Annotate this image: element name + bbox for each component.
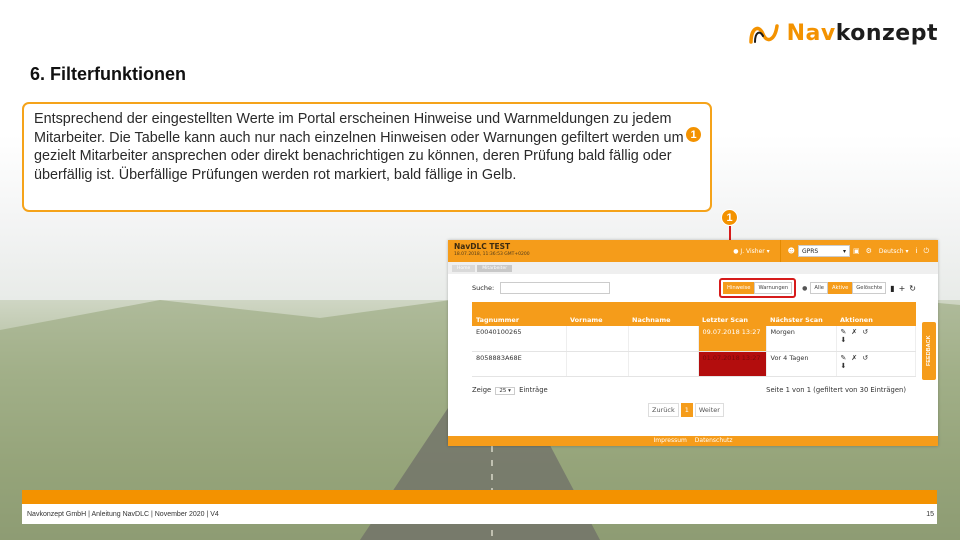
page-number: 15 [926,511,934,518]
callout-badge-1-pointer: 1 [721,209,738,226]
cell-letzter-scan-warn: 09.07.2018 13:27 [698,326,767,352]
footer-orange-bar [22,490,937,504]
refresh-icon[interactable]: ↻ [909,284,916,293]
table-row[interactable]: 8058883A68E 01.07.2018 13:27 Vor 4 Tagen… [472,351,916,377]
download-icon[interactable]: ⬇ [841,336,852,344]
breadcrumb: Home Mitarbeiter [448,262,938,274]
filter-hinweise-button[interactable]: Hinweise [723,282,755,294]
notify-off-icon[interactable]: ✗ [851,328,862,336]
cell-nachname [628,326,699,352]
toggle-alle-button[interactable]: Alle [810,282,828,294]
col-tagnummer[interactable]: Tagnummer [472,302,566,326]
cart-icon[interactable]: ▣ [853,247,860,255]
feedback-tab[interactable]: FEEDBACK [922,322,936,380]
show-suffix: Einträge [519,386,548,394]
navkonzept-logo: Navkonzept [747,20,938,46]
add-icon[interactable]: + [899,284,906,293]
cell-tag: E0040100265 [472,326,567,352]
cell-naechster-scan: Vor 4 Tagen [766,351,837,377]
breadcrumb-mitarbeiter[interactable]: Mitarbeiter [477,264,513,272]
app-screenshot: NavDLC TEST 18.07.2018, 11:36:53 GMT+020… [448,240,938,446]
language-label: Deutsch [878,247,904,255]
app-footer-links[interactable]: Impressum Datenschutz [448,436,938,446]
user-name: J. Visher [740,247,765,255]
users-icon[interactable]: ☻ [788,247,795,255]
col-naechster-scan[interactable]: Nächster Scan [766,302,836,326]
footer-text: Navkonzept GmbH | Anleitung NavDLC | Nov… [27,511,219,518]
cell-tag: 8058883A68E [472,351,567,377]
search-input[interactable] [500,282,610,294]
power-icon[interactable]: ⏻ [923,247,929,256]
logo-text-nav: Nav [786,20,836,46]
cell-naechster-scan: Morgen [766,326,837,352]
app-brand-name: NavDLC TEST [454,242,511,251]
filter-group-highlight: Hinweise Warnungen [719,278,797,298]
pagination: Zurück 1 Weiter [648,403,724,417]
download-icon[interactable]: ⬇ [841,362,852,370]
history-icon[interactable]: ↺ [862,354,873,362]
row-actions: ✎✗↺ ⬇ [836,351,916,377]
page-size-control: Zeige 25 ▾ Einträge [472,386,548,395]
cell-vorname [566,326,629,352]
chevron-down-icon: ▾ [842,248,846,255]
table-row[interactable]: E0040100265 09.07.2018 13:27 Morgen ✎✗↺ ⬇ [472,326,916,352]
person-icon: ● [802,284,808,292]
row-actions: ✎✗↺ ⬇ [836,326,916,352]
show-prefix: Zeige [472,386,492,394]
page-title: 6. Filterfunktionen [30,64,187,84]
toggle-aktive-button[interactable]: Aktive [827,282,853,294]
pager-prev[interactable]: Zurück [648,403,679,417]
employee-table: Tagnummer Vorname Nachname Letzter Scan … [472,302,916,377]
toggle-geloeschte-button[interactable]: Gelöschte [852,282,887,294]
edit-icon[interactable]: ✎ [841,328,852,336]
page-size-value: 25 [499,388,507,394]
col-vorname[interactable]: Vorname [566,302,628,326]
info-icon[interactable]: i [916,247,918,255]
connection-select-value: GPRS [801,248,819,255]
app-topbar: NavDLC TEST 18.07.2018, 11:36:53 GMT+020… [448,240,938,262]
col-aktionen: Aktionen [836,302,916,326]
col-nachname[interactable]: Nachname [628,302,698,326]
page-info: Seite 1 von 1 (gefiltert von 30 Einträge… [766,386,906,394]
user-menu[interactable]: ● J. Visher ▾ [733,248,769,255]
notify-off-icon[interactable]: ✗ [851,354,862,362]
page-size-select[interactable]: 25 ▾ [495,387,515,395]
col-letzter-scan[interactable]: Letzter Scan [698,302,766,326]
settings-icon[interactable]: ⚙ [866,247,872,255]
pager-next[interactable]: Weiter [694,403,724,417]
export-icon[interactable]: ▮ [890,284,894,293]
breadcrumb-home[interactable]: Home [452,264,476,272]
app-datetime: 18.07.2018, 11:36:53 GMT+0200 [454,252,530,257]
callout-badge-1: 1 [685,126,702,143]
table-header-row: Tagnummer Vorname Nachname Letzter Scan … [472,302,916,326]
pager-current[interactable]: 1 [680,403,693,417]
search-label: Suche: [472,284,495,292]
logo-mark-icon [748,24,779,44]
language-select[interactable]: Deutsch ▾ [879,248,909,255]
filter-warnungen-button[interactable]: Warnungen [754,282,793,294]
table-toolbar: Suche: Hinweise Warnungen ● Alle Aktive … [472,278,916,298]
cell-letzter-scan-overdue: 01.07.2018 13:27 [698,351,767,377]
cell-nachname [628,351,699,377]
connection-select[interactable]: GPRS ▾ [797,245,850,257]
intro-textbox: Entsprechend der eingestellten Werte im … [22,102,712,212]
logo-text-konzept: konzept [835,20,938,46]
edit-icon[interactable]: ✎ [841,354,852,362]
cell-vorname [566,351,629,377]
history-icon[interactable]: ↺ [862,328,873,336]
app-brand: NavDLC TEST 18.07.2018, 11:36:53 GMT+020… [454,243,530,259]
